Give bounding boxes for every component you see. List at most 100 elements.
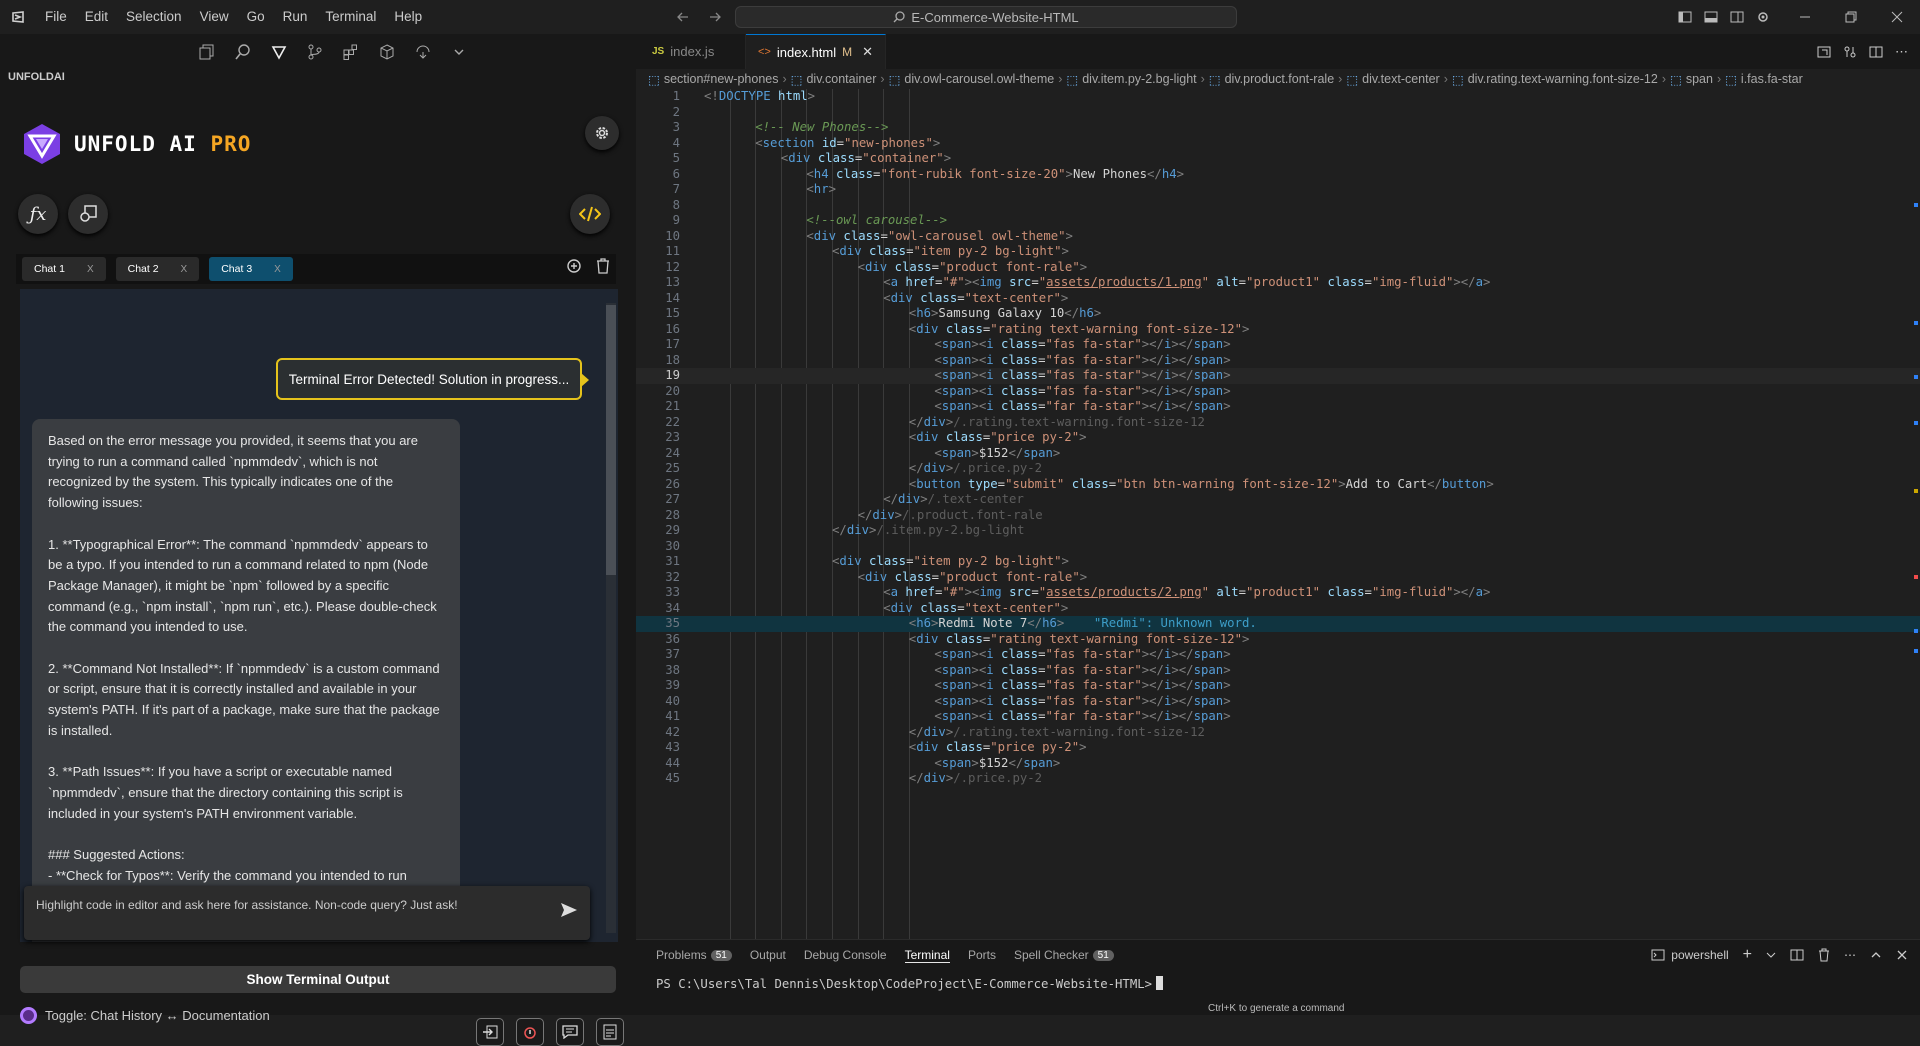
overview-ruler[interactable] [1906, 89, 1920, 939]
code-line[interactable]: 34 <div class="text-center"> [636, 601, 1920, 617]
menu-view[interactable]: View [191, 0, 238, 34]
close-icon[interactable]: X [274, 264, 281, 275]
source-control-icon[interactable] [304, 41, 326, 63]
code-line[interactable]: 6 <h4 class="font-rubik font-size-20">New… [636, 167, 1920, 183]
code-line[interactable]: 29 </div>/.item.py-2.bg-light [636, 523, 1920, 539]
split-terminal-icon[interactable] [1790, 949, 1804, 961]
code-line[interactable]: 45 </div>/.price.py-2 [636, 771, 1920, 787]
code-line[interactable]: 4 <section id="new-phones"> [636, 136, 1920, 152]
tab-problems[interactable]: Problems 51 [656, 948, 732, 962]
code-line[interactable]: 11 <div class="item py-2 bg-light"> [636, 244, 1920, 260]
breadcrumb-item[interactable]: div.item.py-2.bg-light [1082, 72, 1196, 86]
code-line[interactable]: 13 <a href="#"><img src="assets/products/… [636, 275, 1920, 291]
chat-input[interactable]: Highlight code in editor and ask here fo… [24, 886, 590, 940]
docs-button[interactable] [596, 1018, 624, 1046]
menu-terminal[interactable]: Terminal [316, 0, 385, 34]
breadcrumb-item[interactable]: span [1686, 72, 1713, 86]
maximize-panel-icon[interactable] [1870, 949, 1882, 961]
code-line[interactable]: 22 </div>/.rating.text-warning.font-size-… [636, 415, 1920, 431]
restore-icon[interactable] [1828, 0, 1874, 34]
terminal-line[interactable]: PS C:\Users\Tal Dennis\Desktop\CodeProje… [656, 976, 1164, 991]
compare-changes-icon[interactable] [1843, 44, 1857, 60]
menu-run[interactable]: Run [274, 0, 317, 34]
new-terminal-icon[interactable]: + [1743, 946, 1752, 964]
send-icon[interactable] [560, 902, 578, 918]
menu-help[interactable]: Help [385, 0, 431, 34]
breadcrumb-item[interactable]: div.text-center [1362, 72, 1440, 86]
code-line[interactable]: 23 <div class="price py-2"> [636, 430, 1920, 446]
history-documentation-toggle[interactable]: Toggle: Chat History ↔ Documentation [20, 1007, 270, 1024]
breadcrumb-item[interactable]: div.product.font-rale [1225, 72, 1335, 86]
code-line[interactable]: 3 <!-- New Phones--> [636, 120, 1920, 136]
code-line[interactable]: 1 <!DOCTYPE html> [636, 89, 1920, 105]
code-line[interactable]: 37 <span><i class="fas fa-star"></i></spa… [636, 647, 1920, 663]
code-line[interactable]: 12 <div class="product font-rale"> [636, 260, 1920, 276]
code-line[interactable]: 5 <div class="container"> [636, 151, 1920, 167]
toggle-secondary-sidebar-icon[interactable] [1730, 10, 1744, 24]
new-chat-icon[interactable] [566, 258, 582, 274]
package-icon[interactable] [376, 41, 398, 63]
search-view-icon[interactable] [232, 41, 254, 63]
breadcrumb-item[interactable]: i.fas.fa-star [1741, 72, 1803, 86]
remote-icon[interactable] [412, 41, 434, 63]
function-button[interactable]: ƒx [18, 194, 58, 234]
settings-button[interactable] [585, 116, 619, 150]
menu-file[interactable]: File [36, 0, 76, 34]
code-line[interactable]: 27 </div>/.text-center [636, 492, 1920, 508]
code-line[interactable]: 40 <span><i class="fas fa-star"></i></spa… [636, 694, 1920, 710]
forward-arrow-icon[interactable] [708, 10, 722, 24]
close-icon[interactable]: X [181, 264, 188, 275]
menu-go[interactable]: Go [238, 0, 274, 34]
code-line[interactable]: 26 <button type="submit" class="btn btn-w… [636, 477, 1920, 493]
code-line[interactable]: 39 <span><i class="fas fa-star"></i></spa… [636, 678, 1920, 694]
code-editor[interactable]: 1 <!DOCTYPE html> 2 3 <!-- New Phones--> 4 <se… [636, 89, 1920, 939]
code-line[interactable]: 31 <div class="item py-2 bg-light"> [636, 554, 1920, 570]
trash-icon[interactable] [596, 258, 610, 274]
close-tab-icon[interactable]: ✕ [862, 44, 873, 60]
code-line[interactable]: 20 <span><i class="fas fa-star"></i></spa… [636, 384, 1920, 400]
code-line[interactable]: 21 <span><i class="far fa-star"></i></spa… [636, 399, 1920, 415]
breadcrumb-item[interactable]: div.container [806, 72, 876, 86]
code-line[interactable]: 7 <hr> [636, 182, 1920, 198]
breadcrumb-item[interactable]: section#new-phones [664, 72, 779, 86]
code-line[interactable]: 28 </div>/.product.font-rale [636, 508, 1920, 524]
code-line[interactable]: 35 <h6>Redmi Note 7</h6> "Redmi": Unknown… [636, 616, 1920, 632]
trash-icon[interactable] [1818, 948, 1830, 962]
code-view-button[interactable] [570, 194, 610, 234]
customize-layout-icon[interactable] [1756, 10, 1770, 24]
command-center-search[interactable]: E-Commerce-Website-HTML [735, 6, 1237, 28]
code-line[interactable]: 30 [636, 539, 1920, 555]
chevron-down-icon[interactable] [1766, 950, 1776, 960]
insert-button[interactable] [476, 1018, 504, 1046]
more-actions-icon[interactable]: ⋯ [1895, 44, 1908, 60]
code-line[interactable]: 17 <span><i class="fas fa-star"></i></spa… [636, 337, 1920, 353]
code-line[interactable]: 43 <div class="price py-2"> [636, 740, 1920, 756]
code-line[interactable]: 38 <span><i class="fas fa-star"></i></spa… [636, 663, 1920, 679]
breadcrumb-item[interactable]: div.owl-carousel.owl-theme [904, 72, 1054, 86]
code-line[interactable]: 18 <span><i class="fas fa-star"></i></spa… [636, 353, 1920, 369]
tab-ports[interactable]: Ports [968, 948, 996, 962]
tab-debug-console[interactable]: Debug Console [804, 948, 887, 962]
code-line[interactable]: 44 <span>$152</span> [636, 756, 1920, 772]
tab-terminal[interactable]: Terminal [904, 948, 950, 963]
code-line[interactable]: 32 <div class="product font-rale"> [636, 570, 1920, 586]
close-icon[interactable]: X [87, 264, 94, 275]
code-line[interactable]: 42 </div>/.rating.text-warning.font-size-… [636, 725, 1920, 741]
extensions-icon[interactable] [340, 41, 362, 63]
code-line[interactable]: 24 <span>$152</span> [636, 446, 1920, 462]
chat-tab-1[interactable]: Chat 1 X [22, 257, 106, 281]
code-line[interactable]: 10 <div class="owl-carousel owl-theme"> [636, 229, 1920, 245]
show-terminal-output-button[interactable]: Show Terminal Output [20, 966, 616, 993]
chat-tab-3[interactable]: Chat 3 X [209, 257, 293, 281]
split-editor-icon[interactable] [1869, 44, 1883, 60]
alert-button[interactable] [516, 1018, 544, 1046]
breadcrumb-item[interactable]: div.rating.text-warning.font-size-12 [1468, 72, 1658, 86]
code-line[interactable]: 25 </div>/.price.py-2 [636, 461, 1920, 477]
code-line[interactable]: 15 <h6>Samsung Galaxy 10</h6> [636, 306, 1920, 322]
debug-button[interactable] [68, 194, 108, 234]
tab-output[interactable]: Output [750, 948, 786, 962]
code-line[interactable]: 14 <div class="text-center"> [636, 291, 1920, 307]
chat-tab-2[interactable]: Chat 2 X [115, 257, 200, 281]
code-line[interactable]: 9 <!--owl carousel--> [636, 213, 1920, 229]
close-window-icon[interactable] [1874, 0, 1920, 34]
